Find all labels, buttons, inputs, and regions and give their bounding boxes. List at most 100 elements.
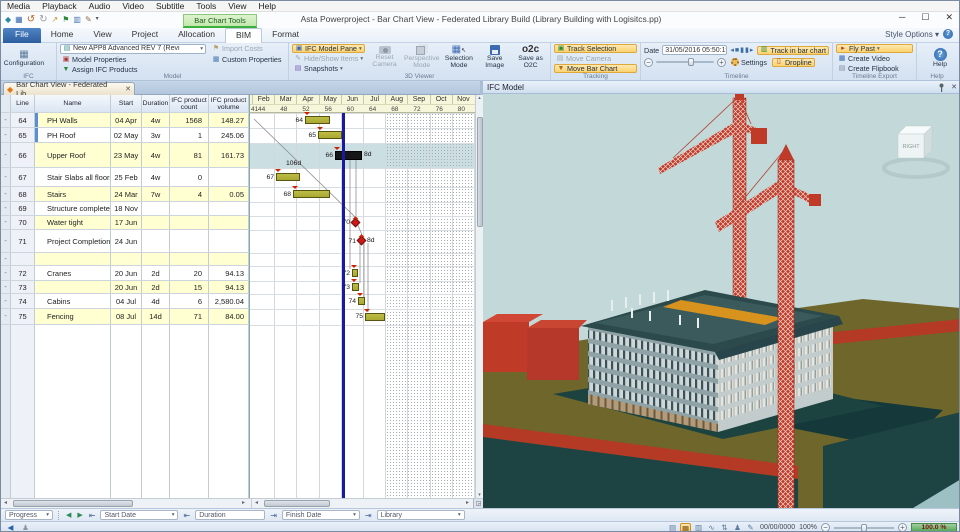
cell-cnt[interactable]: 20	[170, 266, 209, 280]
cell-cnt[interactable]	[170, 230, 209, 252]
save-as-o2c-button[interactable]: o2c Save as O2C	[514, 44, 547, 73]
cell-cnt[interactable]: 6	[170, 294, 209, 308]
hide-show-items-button[interactable]: ✎ Hide/Show Items▾	[292, 54, 365, 63]
histogram-view-icon[interactable]: ▥	[693, 523, 704, 532]
cell-cnt[interactable]: 4	[170, 187, 209, 201]
cell-mark[interactable]: -	[1, 309, 11, 324]
cell-vol[interactable]	[209, 202, 249, 215]
jump-previous-icon[interactable]: ◀	[66, 511, 72, 519]
ifc-model-pane-button[interactable]: ▣ IFC Model Pane▾	[292, 44, 365, 53]
selection-mode-button[interactable]: ▦↖ Selection Mode	[442, 44, 475, 73]
cell-line[interactable]: 64	[11, 113, 35, 127]
cell-name[interactable]: Project Completion	[35, 230, 111, 252]
close-button[interactable]: ✕	[945, 12, 953, 23]
cell-mark[interactable]: -	[1, 128, 11, 142]
cell-name[interactable]: Cabins	[35, 294, 111, 308]
cell-line[interactable]: 68	[11, 187, 35, 201]
task-bar-73[interactable]	[352, 283, 359, 291]
cell-cnt[interactable]: 81	[170, 143, 209, 167]
cell-vol[interactable]: 94.13	[209, 281, 249, 293]
resources-icon[interactable]: ♟	[732, 523, 743, 532]
cell-mark[interactable]: -	[1, 216, 11, 229]
cell-line[interactable]: 73	[11, 281, 35, 293]
cell-name[interactable]: Stairs	[35, 187, 111, 201]
table-row[interactable]: -66Upper Roof23 May4w81161.73	[1, 143, 249, 168]
cell-vol[interactable]: 245.06	[209, 128, 249, 142]
timeline-zoom-in-icon[interactable]: +	[717, 58, 726, 67]
cell-start[interactable]: 17 Jun	[111, 216, 142, 229]
line-graph-view-icon[interactable]: ∿	[706, 523, 717, 532]
cell-dur[interactable]: 3w	[142, 128, 170, 142]
cell-name[interactable]: PH Walls	[35, 113, 111, 127]
cell-mark[interactable]: -	[1, 281, 11, 293]
menu-media[interactable]: Media	[1, 1, 36, 11]
task-bar-74[interactable]	[358, 297, 365, 305]
library-dropdown[interactable]: Library▾	[377, 510, 465, 520]
cell-start[interactable]: 04 Apr	[111, 113, 142, 127]
cell-line[interactable]: 69	[11, 202, 35, 215]
timeline-zoom-out-icon[interactable]: −	[644, 58, 653, 67]
cell-line[interactable]: 71	[11, 230, 35, 252]
cell-mark[interactable]: -	[1, 202, 11, 215]
table-row[interactable]: -74Cabins04 Jul4d62,580.04	[1, 294, 249, 309]
zoom-out-icon[interactable]: −	[821, 523, 830, 532]
cell-dur[interactable]: 4w	[142, 143, 170, 167]
dropline-button[interactable]: ▯ Dropline	[772, 58, 815, 67]
timeline-date-combo[interactable]: 31/05/2016 05:50:1▾	[662, 45, 727, 55]
cell-cnt[interactable]: 1	[170, 128, 209, 142]
column-header-dur[interactable]: Duration	[142, 95, 170, 112]
move-camera-button[interactable]: ▤ Move Camera	[554, 54, 637, 63]
pin-icon[interactable]	[938, 83, 945, 92]
table-row[interactable]: -65PH Roof02 May3w1245.06	[1, 128, 249, 143]
timeline-dropline[interactable]	[342, 113, 345, 498]
menu-video[interactable]: Video	[116, 1, 150, 11]
table-row[interactable]: -7320 Jun2d1594.13	[1, 281, 249, 294]
task-bar-65[interactable]	[318, 131, 342, 139]
resource-status-icon[interactable]: ♟	[20, 523, 31, 532]
cell-dur[interactable]: 7w	[142, 187, 170, 201]
cell-cnt[interactable]	[170, 202, 209, 215]
cell-line[interactable]: 70	[11, 216, 35, 229]
task-bar-67[interactable]	[276, 173, 300, 181]
cell-vol[interactable]: 148.27	[209, 113, 249, 127]
task-bar-66[interactable]	[335, 151, 362, 160]
tab-project[interactable]: Project	[122, 28, 168, 43]
cell-line[interactable]: 65	[11, 128, 35, 142]
cell-name[interactable]	[35, 253, 111, 265]
tab-home[interactable]: Home	[41, 28, 84, 43]
zoom-slider[interactable]	[834, 527, 894, 529]
cell-name[interactable]	[35, 281, 111, 293]
track-selection-button[interactable]: ▣ Track Selection	[554, 44, 637, 53]
cell-start[interactable]: 18 Nov	[111, 202, 142, 215]
maximize-button[interactable]: ☐	[921, 12, 929, 23]
cell-cnt[interactable]	[170, 253, 209, 265]
cell-line[interactable]	[11, 253, 35, 265]
cell-mark[interactable]: -	[1, 230, 11, 252]
help-icon[interactable]: ?	[943, 29, 953, 39]
menu-view[interactable]: View	[222, 1, 252, 11]
cell-start[interactable]: 24 Mar	[111, 187, 142, 201]
cell-line[interactable]: 74	[11, 294, 35, 308]
cell-name[interactable]: Structure complete	[35, 202, 111, 215]
timeline-slider[interactable]	[656, 61, 714, 63]
cell-vol[interactable]	[209, 216, 249, 229]
progress-dropdown[interactable]: Progress▾	[5, 510, 53, 520]
sort-icon[interactable]: ⇅	[719, 523, 730, 532]
cell-start[interactable]: 24 Jun	[111, 230, 142, 252]
timeline-settings-button[interactable]: Settings	[729, 58, 769, 67]
cell-dur[interactable]: 14d	[142, 309, 170, 324]
cell-vol[interactable]: 94.13	[209, 266, 249, 280]
cell-vol[interactable]	[209, 230, 249, 252]
tab-file[interactable]: File	[3, 28, 41, 43]
adjacent-buildings[interactable]	[483, 314, 587, 380]
cell-start[interactable]: 23 May	[111, 143, 142, 167]
cell-vol[interactable]	[209, 253, 249, 265]
cell-line[interactable]: 66	[11, 143, 35, 167]
reset-camera-button[interactable]: Reset Camera	[368, 44, 401, 73]
tab-view[interactable]: View	[83, 28, 121, 43]
finish-date-dropdown[interactable]: Finish Date▾	[282, 510, 360, 520]
cell-start[interactable]	[111, 253, 142, 265]
cell-mark[interactable]: -	[1, 168, 11, 186]
create-video-button[interactable]: ▦ Create Video	[836, 54, 913, 63]
cell-dur[interactable]: 4d	[142, 294, 170, 308]
